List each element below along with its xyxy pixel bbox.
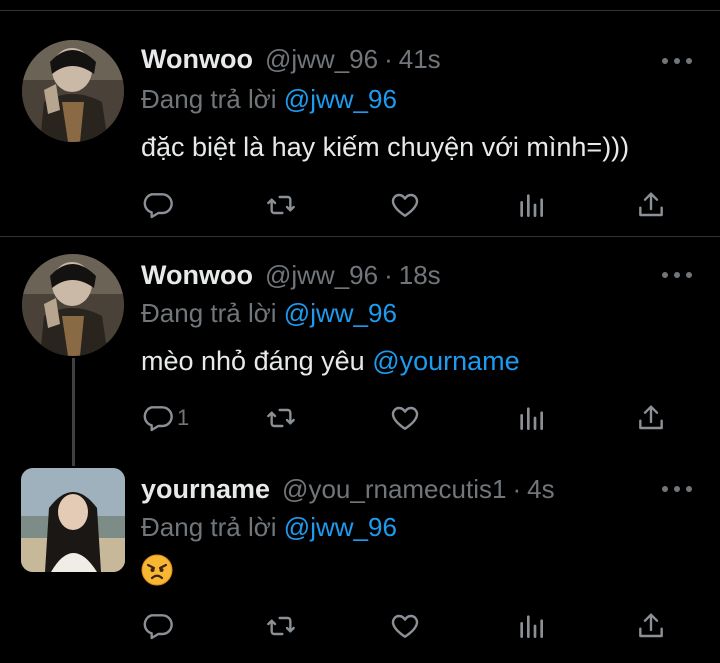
separator-dot: ·	[512, 474, 522, 504]
tweet-actions: 1	[141, 402, 681, 436]
more-dots-icon[interactable]	[662, 56, 692, 66]
avatar-wonwoo[interactable]	[22, 40, 124, 142]
author-handle[interactable]: @jww_96	[265, 44, 378, 75]
divider	[0, 236, 720, 237]
heart-icon	[391, 406, 419, 430]
speech-bubble-icon	[143, 614, 173, 640]
angry-face-emoji-icon	[141, 554, 173, 586]
thread-line	[72, 358, 75, 466]
retweet-button[interactable]	[265, 402, 297, 434]
separator-dot: ·	[384, 260, 393, 290]
retweet-button[interactable]	[265, 610, 297, 642]
author-name[interactable]: Wonwoo	[141, 260, 253, 291]
share-button[interactable]	[635, 610, 667, 642]
tweet-mention[interactable]: @yourname	[372, 346, 519, 376]
analytics-button[interactable]	[515, 402, 547, 434]
retweet-icon	[267, 195, 295, 215]
like-button[interactable]	[389, 402, 421, 434]
avatar-wonwoo[interactable]	[22, 254, 124, 356]
reply-prefix: Đang trả lời	[141, 512, 277, 542]
bar-chart-icon	[520, 615, 543, 638]
reply-mention[interactable]: @jww_96	[284, 84, 397, 114]
avatar-yourname[interactable]	[21, 468, 125, 572]
share-button[interactable]	[635, 402, 667, 434]
retweet-button[interactable]	[265, 189, 297, 221]
author-handle[interactable]: @you_rnamecutis1	[282, 474, 506, 505]
reply-context: Đang trả lời @jww_96	[141, 298, 397, 329]
more-dots-icon[interactable]	[662, 270, 692, 280]
share-upload-icon	[639, 405, 663, 430]
tweet-header: Wonwoo @jww_96 · 41s	[141, 44, 441, 78]
analytics-button[interactable]	[515, 610, 547, 642]
like-button[interactable]	[389, 610, 421, 642]
reply-button[interactable]	[141, 610, 177, 642]
divider	[0, 10, 720, 11]
heart-icon	[391, 614, 419, 638]
speech-bubble-icon	[143, 406, 173, 432]
share-upload-icon	[639, 613, 663, 638]
tweet-text-body: mèo nhỏ đáng yêu	[141, 346, 365, 376]
timestamp[interactable]: 41s	[399, 44, 441, 75]
reply-context: Đang trả lời @jww_96	[141, 512, 397, 543]
reply-mention[interactable]: @jww_96	[284, 298, 397, 328]
tweet-actions	[141, 189, 681, 223]
tweet-text: đặc biệt là hay kiếm chuyện với mình=)))	[141, 132, 630, 162]
speech-bubble-icon	[143, 193, 173, 219]
reply-count: 1	[177, 405, 190, 430]
share-upload-icon	[639, 192, 663, 217]
timestamp[interactable]: 18s	[399, 260, 441, 291]
author-name[interactable]: yourname	[141, 474, 270, 505]
author-handle[interactable]: @jww_96	[265, 260, 378, 291]
reply-prefix: Đang trả lời	[141, 84, 277, 114]
reply-context: Đang trả lời @jww_96	[141, 84, 397, 115]
bar-chart-icon	[520, 407, 543, 430]
tweet-feed: Wonwoo @jww_96 · 41s Đang trả lời @jww_9…	[0, 0, 720, 663]
timestamp[interactable]: 4s	[527, 474, 554, 505]
separator-dot: ·	[384, 44, 393, 74]
reply-button[interactable]	[141, 189, 177, 221]
heart-icon	[391, 193, 419, 217]
bar-chart-icon	[520, 194, 543, 217]
tweet-actions	[141, 610, 681, 644]
retweet-icon	[267, 616, 295, 636]
tweet-header: yourname @you_rnamecutis1 · 4s	[141, 474, 555, 508]
reply-mention[interactable]: @jww_96	[284, 512, 397, 542]
tweet-header: Wonwoo @jww_96 · 18s	[141, 260, 441, 294]
analytics-button[interactable]	[515, 189, 547, 221]
author-name[interactable]: Wonwoo	[141, 44, 253, 75]
reply-prefix: Đang trả lời	[141, 298, 277, 328]
retweet-icon	[267, 408, 295, 428]
reply-button[interactable]: 1	[141, 402, 189, 434]
tweet-text: mèo nhỏ đáng yêu @yourname	[141, 346, 520, 377]
like-button[interactable]	[389, 189, 421, 221]
share-button[interactable]	[635, 189, 667, 221]
more-dots-icon[interactable]	[662, 484, 692, 494]
